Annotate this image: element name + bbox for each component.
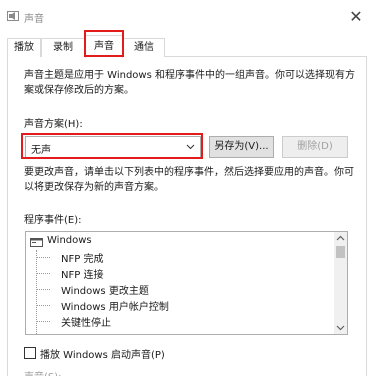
close-icon: ✕ <box>349 7 363 26</box>
chevron-down-icon <box>186 144 195 150</box>
change-text-line-2: 以将更改保存为新的声音方案。 <box>24 182 164 193</box>
tree-branch <box>36 305 50 306</box>
tree-branch <box>36 321 50 322</box>
scroll-up-arrow-icon[interactable] <box>334 232 347 245</box>
tab-playback[interactable]: 播放 <box>7 38 41 57</box>
delete-button[interactable]: 删除(D) <box>282 136 348 158</box>
close-button[interactable]: ✕ <box>344 6 368 28</box>
tab-recording[interactable]: 录制 <box>41 38 85 57</box>
startup-sound-checkbox[interactable] <box>24 347 36 359</box>
program-events-list[interactable]: Windows NFP 完成 NFP 连接 Windows 更改主题 Windo… <box>25 231 348 335</box>
tab-strip: 播放 录制 声音 通信 <box>7 35 365 58</box>
intro-text-line-1: 声音主题是应用于 Windows 和程序事件中的一组声音。你可以选择现有方 <box>24 70 355 81</box>
event-label: 关键性停止 <box>61 318 111 329</box>
scroll-thumb[interactable] <box>336 246 345 258</box>
title-bar: 声音 ✕ <box>0 0 371 32</box>
delete-label: 删除(D) <box>297 141 333 152</box>
tab-sounds[interactable]: 声音 <box>85 35 123 58</box>
sound-scheme-value: 无声 <box>31 145 51 156</box>
event-label: NFP 完成 <box>61 254 104 265</box>
save-as-label: 另存为(V)... <box>214 141 269 152</box>
change-text-line-1: 要更改声音，请单击以下列表中的程序事件，然后选择要应用的声音。你可 <box>24 167 354 178</box>
tab-communications[interactable]: 通信 <box>123 38 165 57</box>
startup-sound-label: 播放 Windows 启动声音(P) <box>40 350 165 361</box>
tree-branch <box>36 289 50 290</box>
sound-field-label: 声音(S): <box>24 368 62 376</box>
event-label: Windows 用户帐户控制 <box>61 302 169 313</box>
tab-label: 通信 <box>134 42 154 53</box>
program-events-label: 程序事件(E): <box>24 215 82 226</box>
tree-root-label: Windows <box>47 235 92 246</box>
event-label: NFP 连接 <box>61 270 104 281</box>
scroll-down-arrow-icon[interactable] <box>334 321 347 334</box>
window-title: 声音 <box>24 14 44 25</box>
events-scrollbar[interactable] <box>334 232 347 334</box>
tab-label: 录制 <box>53 42 73 53</box>
tree-branch <box>36 257 50 258</box>
sound-scheme-dropdown[interactable]: 无声 <box>25 136 201 158</box>
intro-text-line-2: 案或保存修改后的方案。 <box>24 85 134 96</box>
tab-label: 播放 <box>14 42 34 53</box>
tab-label: 声音 <box>94 41 114 52</box>
save-as-button[interactable]: 另存为(V)... <box>209 136 274 158</box>
tree-branch <box>36 273 50 274</box>
tree-connector <box>36 250 37 334</box>
sound-scheme-label: 声音方案(H): <box>24 119 83 130</box>
event-label: Windows 更改主题 <box>61 286 149 297</box>
window-icon <box>30 238 43 247</box>
speaker-icon <box>7 11 19 21</box>
